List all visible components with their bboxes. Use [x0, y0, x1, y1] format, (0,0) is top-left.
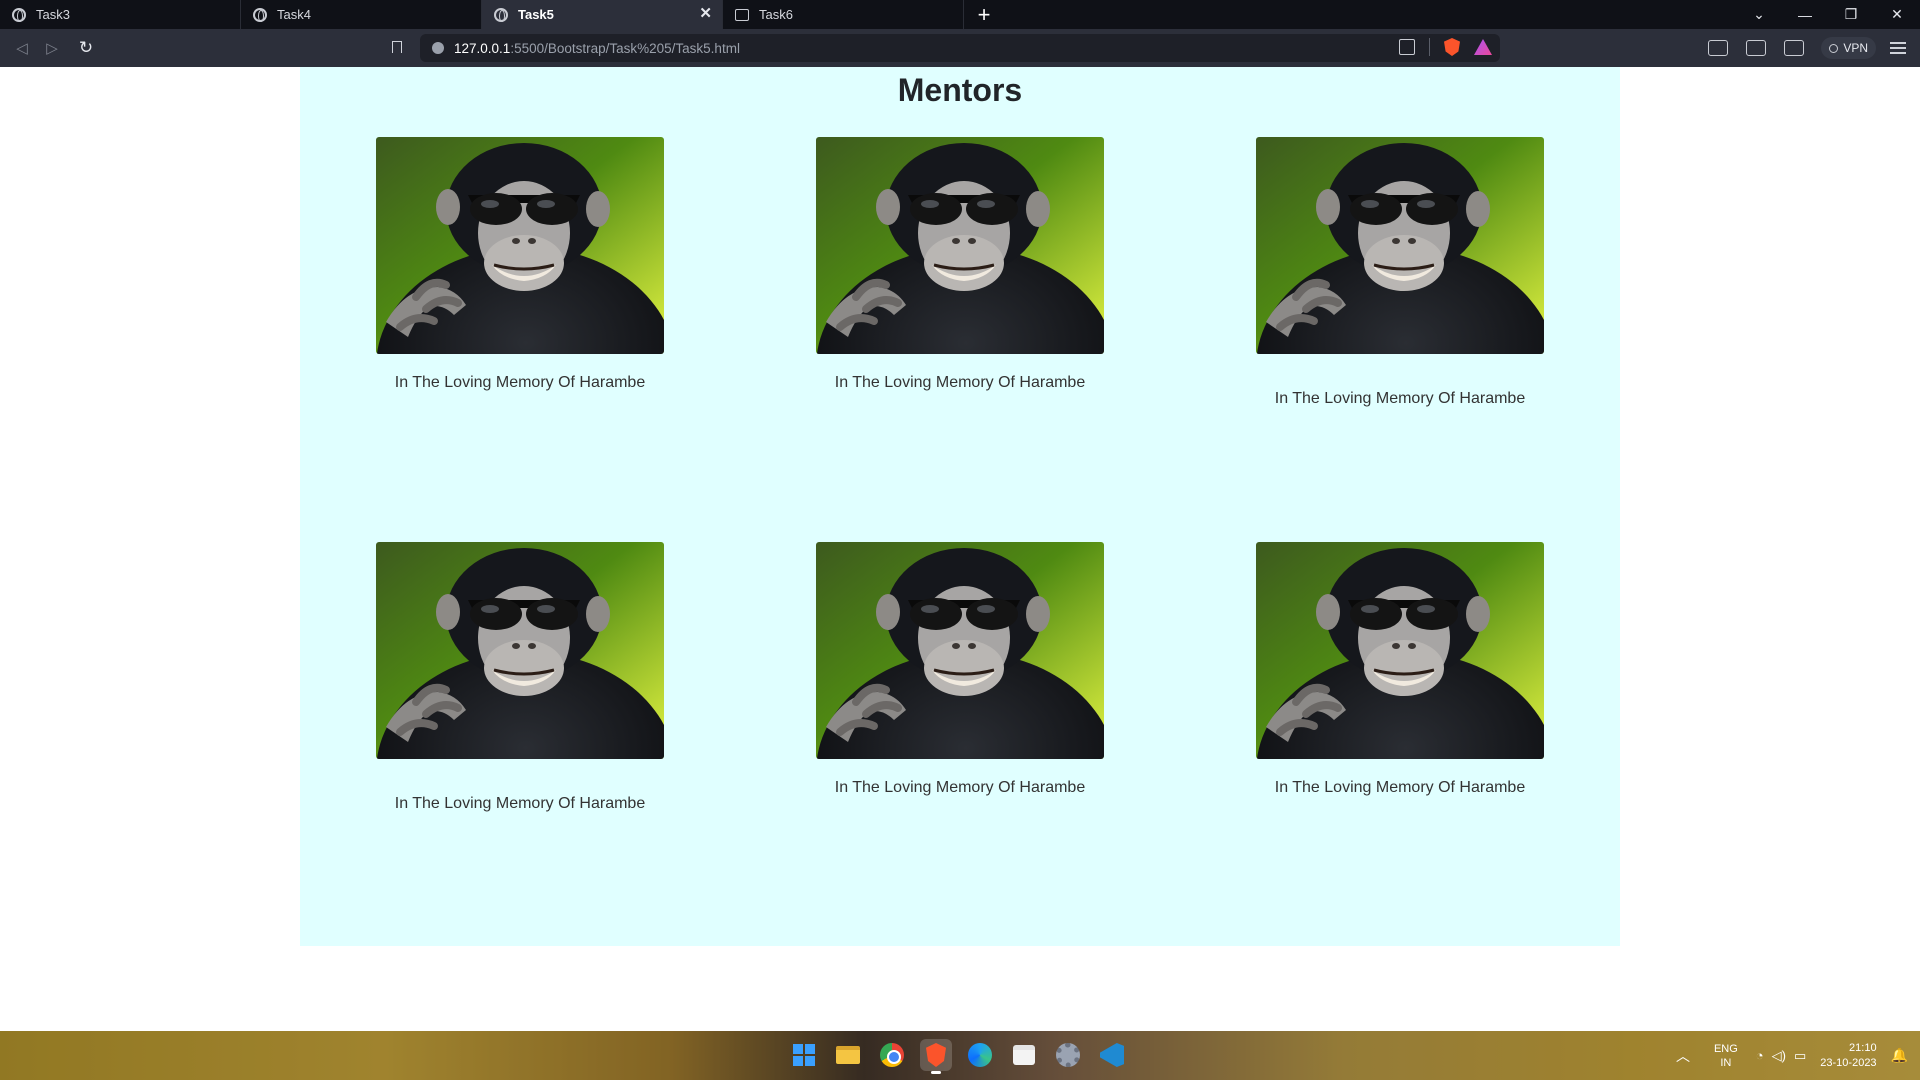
mentor-card: In The Loving Memory Of Harambe	[376, 137, 664, 391]
divider	[1429, 38, 1430, 56]
globe-icon	[494, 7, 508, 22]
store-icon	[1013, 1045, 1035, 1065]
mentor-caption: In The Loving Memory Of Harambe	[1274, 390, 1526, 407]
tab-search-chevron-icon[interactable]: ⌄	[1736, 0, 1782, 29]
start-icon	[793, 1044, 815, 1066]
url-text: 127.0.0.1:5500/Bootstrap/Task%205/Task5.…	[454, 40, 740, 56]
page-title: Mentors	[897, 72, 1023, 108]
menu-icon[interactable]	[1890, 42, 1906, 54]
file-explorer-icon	[836, 1046, 860, 1064]
mentor-card: In The Loving Memory Of Harambe	[816, 137, 1104, 391]
battery-icon: ▭	[1793, 1047, 1807, 1063]
chrome-button[interactable]	[876, 1039, 908, 1071]
vscode-button[interactable]	[1096, 1039, 1128, 1071]
restore-icon[interactable]: ❐	[1828, 0, 1874, 29]
notification-bell-icon[interactable]: 🔔	[1891, 1047, 1908, 1064]
brave-rewards-icon[interactable]: 1	[1474, 39, 1492, 55]
web-page: Mentors In The Loving Memory Of Harambe	[0, 67, 1920, 1031]
reload-icon[interactable]: ↻	[76, 38, 96, 58]
sidebar-icon[interactable]	[1746, 40, 1767, 56]
toolbar-right: VPN	[1699, 29, 1920, 67]
mentor-caption: In The Loving Memory Of Harambe	[394, 795, 646, 812]
tab-task3[interactable]: Task3	[0, 0, 241, 29]
site-info-icon[interactable]	[432, 42, 444, 54]
browser-tab-bar: Task3 Task4 Task5 ✕ Task6 + ⌄ — ❐ ✕	[0, 0, 1920, 29]
share-icon[interactable]	[1399, 39, 1415, 55]
vpn-icon	[1829, 43, 1839, 53]
mentor-card: In The Loving Memory Of Harambe	[376, 542, 664, 812]
minimize-icon[interactable]: —	[1782, 0, 1828, 29]
chrome-icon	[880, 1043, 904, 1067]
wallet-icon[interactable]	[1784, 40, 1805, 56]
tab-label: Task6	[759, 7, 793, 22]
show-hidden-icons-icon[interactable]: ︿	[1676, 1046, 1690, 1066]
volume-icon: ◁)	[1771, 1047, 1786, 1063]
edge-icon	[968, 1043, 992, 1067]
language-indicator[interactable]: ENG IN	[1714, 1042, 1738, 1070]
mentor-card: In The Loving Memory Of Harambe	[816, 542, 1104, 796]
tab-task4[interactable]: Task4	[241, 0, 482, 29]
taskbar-apps	[788, 1039, 1128, 1074]
bookmark-icon[interactable]	[389, 38, 405, 58]
clock[interactable]: 21:10 23-10-2023	[1820, 1041, 1876, 1071]
back-icon[interactable]: ◁	[12, 38, 32, 58]
tab-task6[interactable]: Task6	[723, 0, 964, 29]
chimpanzee-photo	[376, 137, 664, 354]
address-bar-actions: 1	[1399, 38, 1492, 56]
globe-icon	[12, 7, 26, 22]
system-tray: ︿ ENG IN ◔ ◁) ▭ 21:10 23-10-2023 🔔	[1676, 1031, 1920, 1080]
active-indicator	[931, 1071, 941, 1074]
tab-label: Task3	[36, 7, 70, 22]
brave-shields-icon[interactable]	[1444, 38, 1460, 56]
brave-icon	[926, 1043, 946, 1067]
forward-icon[interactable]: ▷	[42, 38, 62, 58]
chimpanzee-photo	[1256, 542, 1544, 759]
mentor-caption: In The Loving Memory Of Harambe	[834, 779, 1086, 796]
quick-settings[interactable]: ◔ ◁) ▭	[1756, 1048, 1806, 1064]
address-bar[interactable]: 127.0.0.1:5500/Bootstrap/Task%205/Task5.…	[420, 34, 1500, 62]
extensions-icon[interactable]	[1708, 40, 1729, 56]
file-explorer-button[interactable]	[832, 1039, 864, 1071]
brave-button[interactable]	[920, 1039, 952, 1074]
mentor-card: In The Loving Memory Of Harambe	[1256, 542, 1544, 796]
new-tab-button[interactable]: +	[964, 0, 1004, 29]
store-button[interactable]	[1008, 1039, 1040, 1071]
tab-task5[interactable]: Task5 ✕	[482, 0, 723, 29]
window-controls: ⌄ — ❐ ✕	[1736, 0, 1920, 29]
vscode-icon	[1100, 1043, 1124, 1067]
mentor-caption: In The Loving Memory Of Harambe	[394, 374, 646, 391]
tab-label: Task4	[277, 7, 311, 22]
vpn-button[interactable]: VPN	[1821, 37, 1876, 59]
chimpanzee-photo	[816, 542, 1104, 759]
chimpanzee-photo	[376, 542, 664, 759]
mentor-caption: In The Loving Memory Of Harambe	[1274, 779, 1526, 796]
tab-label: Task5	[518, 7, 554, 22]
close-tab-icon[interactable]: ✕	[699, 6, 712, 22]
edge-button[interactable]	[964, 1039, 996, 1071]
close-window-icon[interactable]: ✕	[1874, 0, 1920, 29]
mentors-section: Mentors In The Loving Memory Of Harambe	[300, 67, 1620, 946]
settings-button[interactable]	[1052, 1039, 1084, 1071]
language-code: ENG	[1713, 1042, 1738, 1055]
date: 23-10-2023	[1820, 1056, 1877, 1069]
globe-icon	[253, 7, 267, 22]
chimpanzee-photo	[1256, 137, 1544, 354]
browser-toolbar: ◁ ▷ ↻ 127.0.0.1:5500/Bootstrap/Task%205/…	[0, 29, 1920, 67]
time: 21:10	[1849, 1041, 1877, 1054]
rewards-badge: 1	[1485, 39, 1492, 47]
mentor-card: In The Loving Memory Of Harambe	[1256, 137, 1544, 407]
settings-icon	[1056, 1043, 1080, 1067]
wifi-icon: ◔	[1755, 1047, 1764, 1063]
mentor-caption: In The Loving Memory Of Harambe	[834, 374, 1086, 391]
start-button[interactable]	[788, 1039, 820, 1071]
taskbar: ︿ ENG IN ◔ ◁) ▭ 21:10 23-10-2023 🔔	[0, 1031, 1920, 1080]
vpn-label: VPN	[1843, 41, 1868, 55]
region-code: IN	[1720, 1056, 1732, 1069]
chimpanzee-photo	[816, 137, 1104, 354]
code-icon	[735, 8, 749, 21]
